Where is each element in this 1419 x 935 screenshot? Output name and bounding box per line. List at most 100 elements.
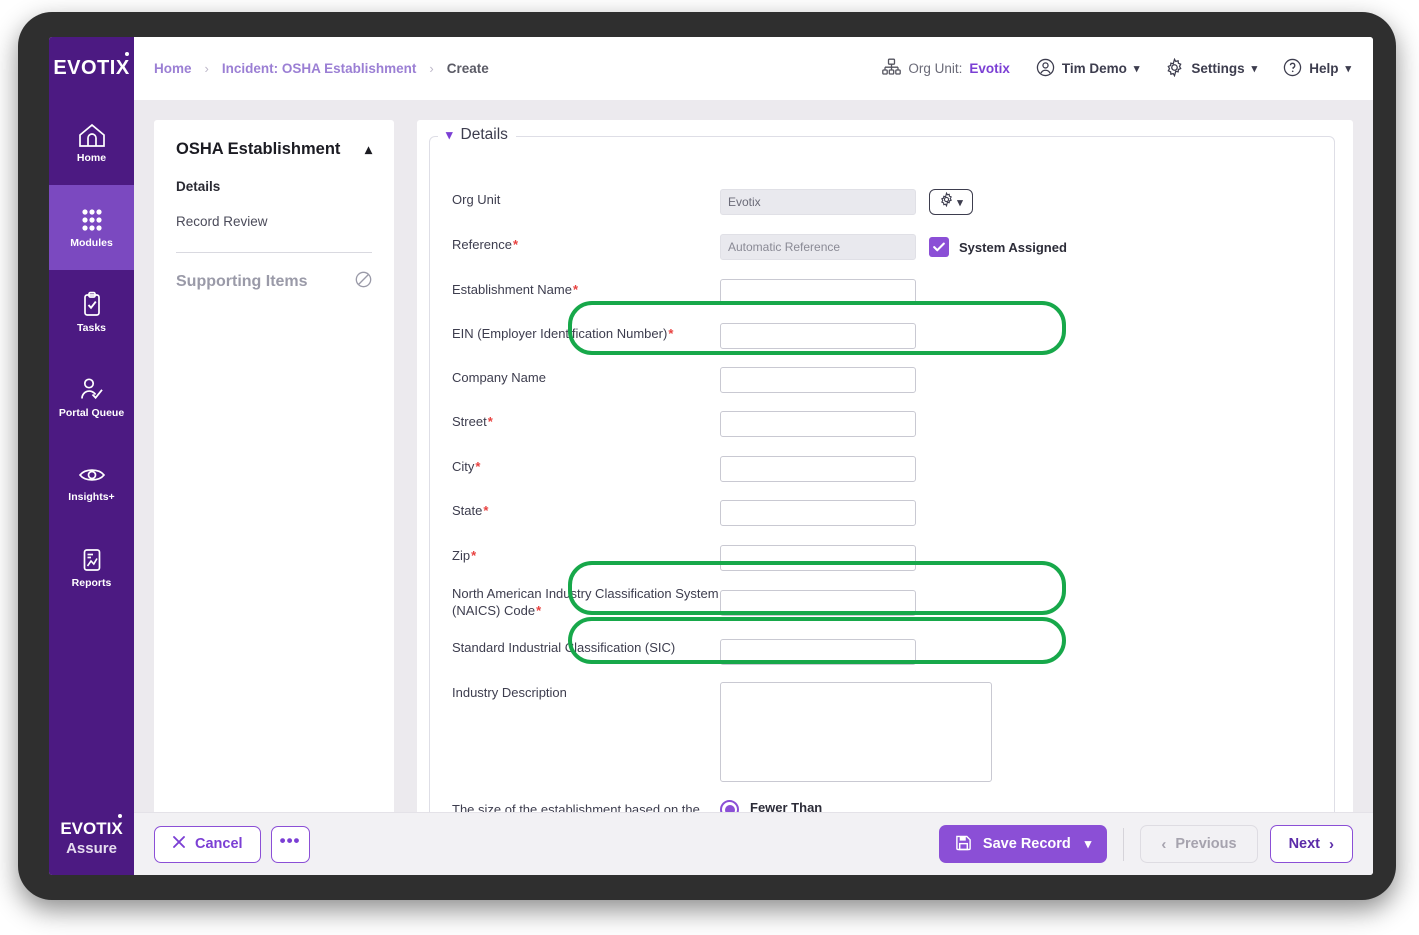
- field-label: Establishment Name*: [452, 282, 579, 297]
- org-chart-icon: [882, 58, 902, 79]
- nav-section-details[interactable]: Details: [176, 179, 372, 194]
- gear-icon: [939, 191, 954, 212]
- field-label: Zip*: [452, 548, 477, 563]
- action-divider: [1123, 827, 1125, 861]
- help-circle-icon: [1283, 58, 1302, 80]
- form-row-street: Street*: [452, 411, 1314, 437]
- eye-icon: [76, 463, 108, 487]
- next-button[interactable]: Next ›: [1269, 825, 1353, 863]
- user-avatar-icon: [1036, 58, 1055, 80]
- settings-label: Settings: [1191, 61, 1245, 76]
- sidebar-item-portal-queue[interactable]: Portal Queue: [49, 355, 134, 440]
- establishment-name-input[interactable]: [720, 279, 916, 305]
- chevron-up-icon: ▴: [364, 141, 372, 157]
- org-unit-label: Org Unit:: [908, 61, 963, 76]
- details-fieldset: ▾ Details Org Unit Evotix ▾ Reference* A…: [429, 126, 1335, 838]
- sidebar-item-label: Modules: [70, 236, 113, 249]
- next-label: Next: [1288, 836, 1320, 852]
- ein-input[interactable]: [720, 323, 916, 349]
- reference-input[interactable]: [720, 234, 916, 260]
- help-menu[interactable]: Help ▾: [1283, 58, 1351, 80]
- breadcrumb-item-home[interactable]: Home: [154, 61, 192, 76]
- no-entry-icon: [355, 271, 372, 293]
- chevron-down-icon: ▾: [1345, 63, 1351, 75]
- form-row-ein: EIN (Employer Identification Number)*: [452, 323, 1314, 349]
- sic-input[interactable]: [720, 639, 916, 665]
- breadcrumb-item-incident[interactable]: Incident: OSHA Establishment: [222, 61, 417, 76]
- form-row-establishment-name: Establishment Name*: [452, 279, 1314, 305]
- details-section-header[interactable]: ▾ Details: [438, 126, 516, 144]
- cancel-button[interactable]: Cancel: [154, 825, 261, 863]
- nav-group-supporting-items[interactable]: Supporting Items: [176, 271, 372, 293]
- form-row-zip: Zip*: [452, 545, 1314, 571]
- previous-label: Previous: [1175, 836, 1237, 852]
- details-section-title: Details: [460, 126, 508, 143]
- gear-icon: [1165, 57, 1184, 80]
- floppy-disk-icon: [955, 834, 972, 855]
- org-unit-input[interactable]: [720, 189, 916, 215]
- field-label: Street*: [452, 414, 493, 429]
- field-label: City*: [452, 459, 481, 474]
- chevron-right-icon: ›: [1329, 835, 1334, 853]
- field-label: EIN (Employer Identification Number)*: [452, 326, 674, 341]
- sidebar-item-modules[interactable]: Modules: [49, 185, 134, 270]
- chevron-left-icon: ‹: [1161, 835, 1167, 853]
- system-assigned-checkbox[interactable]: [929, 237, 949, 257]
- sidebar-item-tasks[interactable]: Tasks: [49, 270, 134, 355]
- city-input[interactable]: [720, 456, 916, 482]
- evotix-assure-wordmark: EVOTIX: [60, 814, 123, 839]
- field-label: State*: [452, 503, 489, 518]
- close-icon: [172, 835, 186, 853]
- person-check-icon: [77, 377, 107, 403]
- top-bar: Home › Incident: OSHA Establishment › Cr…: [134, 37, 1373, 100]
- app-screen: EVOTIX Home Modules Tasks Portal Queue I…: [49, 37, 1373, 875]
- form-row-org-unit: Org Unit ▾: [452, 189, 1314, 215]
- form-row-state: State*: [452, 500, 1314, 526]
- sidebar-item-label: Insights+: [68, 490, 115, 503]
- org-unit-selector[interactable]: Org Unit: Evotix: [882, 58, 1010, 79]
- chevron-down-icon: ▾: [957, 196, 963, 209]
- chevron-down-icon[interactable]: ▾: [1085, 836, 1092, 852]
- grid-icon: [77, 207, 107, 233]
- nav-section-record-review[interactable]: Record Review: [176, 214, 372, 229]
- form-action-bar: Cancel ••• Save Record ▾ ‹ Previous Next…: [134, 812, 1373, 875]
- more-options-button[interactable]: •••: [270, 825, 310, 863]
- street-input[interactable]: [720, 411, 916, 437]
- sidebar-item-label: Portal Queue: [58, 406, 125, 419]
- form-card: ▾ Details Org Unit Evotix ▾ Reference* A…: [417, 120, 1353, 838]
- previous-button[interactable]: ‹ Previous: [1140, 825, 1258, 863]
- top-navigation: Org Unit: Evotix Tim Demo ▾ Settings ▾ H…: [882, 57, 1351, 80]
- org-unit-picker-button[interactable]: ▾: [929, 189, 973, 215]
- state-input[interactable]: [720, 500, 916, 526]
- breadcrumb-separator: ›: [429, 61, 434, 76]
- org-unit-value: Evotix: [969, 61, 1010, 76]
- industry-description-textarea[interactable]: [720, 682, 992, 782]
- chevron-down-icon: ▾: [446, 127, 453, 142]
- system-assigned-label: System Assigned: [959, 239, 1067, 255]
- sidebar-item-label: Home: [76, 151, 107, 164]
- field-label: Reference*: [452, 237, 519, 252]
- nav-group-label: Supporting Items: [176, 273, 308, 290]
- user-menu[interactable]: Tim Demo ▾: [1036, 58, 1140, 80]
- field-label: Standard Industrial Classification (SIC): [452, 640, 676, 655]
- form-scroll-area[interactable]: ▾ Details Org Unit Evotix ▾ Reference* A…: [417, 120, 1353, 838]
- form-row-naics-code: North American Industry Classification S…: [452, 583, 1314, 619]
- form-row-city: City*: [452, 456, 1314, 482]
- save-record-button[interactable]: Save Record ▾: [938, 825, 1108, 863]
- naics-code-input[interactable]: [720, 590, 916, 616]
- sidebar-item-home[interactable]: Home: [49, 100, 134, 185]
- zip-input[interactable]: [720, 545, 916, 571]
- settings-menu[interactable]: Settings ▾: [1165, 57, 1258, 80]
- field-label: Industry Description: [452, 685, 567, 700]
- chevron-down-icon: ▾: [1251, 63, 1258, 75]
- sidebar-item-label: Tasks: [77, 322, 106, 335]
- chevron-down-icon: ▾: [1133, 63, 1140, 75]
- breadcrumb-item-create: Create: [446, 61, 489, 76]
- sidebar-item-insights[interactable]: Insights+: [49, 440, 134, 525]
- sidebar-item-reports[interactable]: Reports: [49, 525, 134, 610]
- record-title-toggle[interactable]: OSHA Establishment ▴: [176, 140, 372, 159]
- company-name-input[interactable]: [720, 367, 916, 393]
- primary-navigation-rail: EVOTIX Home Modules Tasks Portal Queue I…: [49, 37, 134, 875]
- report-chart-icon: [77, 547, 107, 573]
- evotix-wordmark: EVOTIX: [53, 52, 129, 80]
